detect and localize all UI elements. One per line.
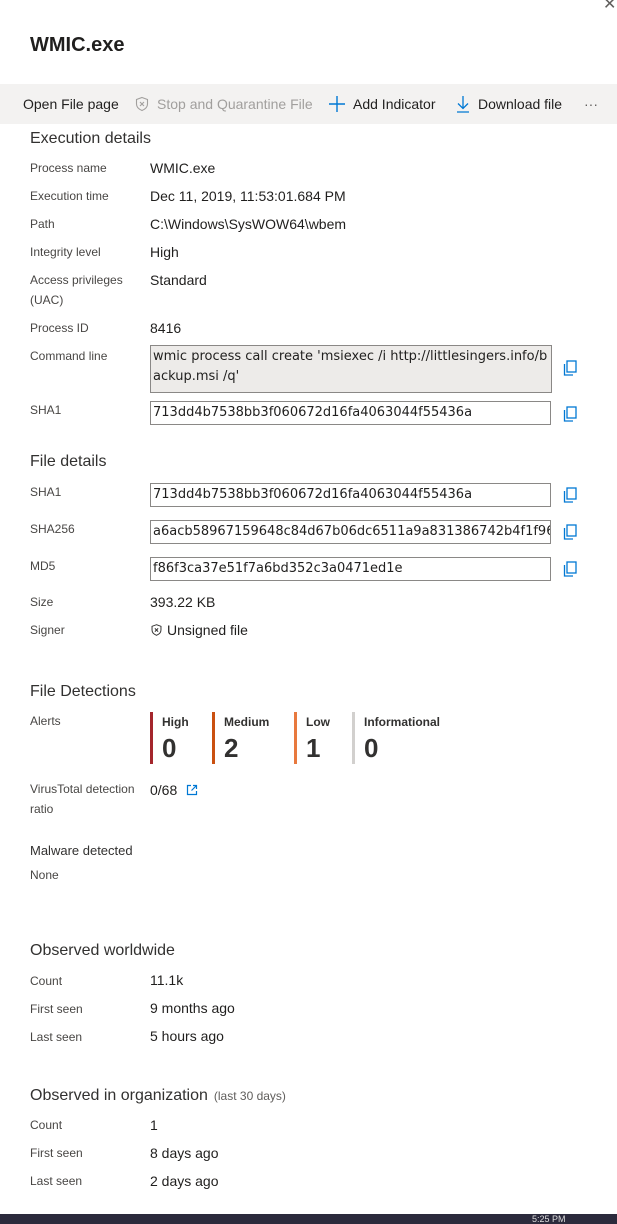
copy-command-line-icon[interactable] bbox=[563, 360, 577, 376]
alert-medium-label: Medium bbox=[224, 715, 270, 729]
execution-time-label: Execution time bbox=[30, 189, 109, 203]
alert-informational-count: 0 bbox=[364, 733, 379, 763]
file-sha1-label: SHA1 bbox=[30, 485, 62, 499]
worldwide-count-label: Count bbox=[30, 974, 63, 988]
worldwide-count-value: 11.1k bbox=[150, 972, 184, 988]
exec-sha1-field[interactable]: 713dd4b7538bb3f060672d16fa4063044f55436a bbox=[150, 401, 551, 425]
action-toolbar: Open File page Stop and Quarantine File … bbox=[0, 84, 617, 124]
stop-quarantine-label: Stop and Quarantine File bbox=[157, 96, 313, 112]
sha256-label: SHA256 bbox=[30, 522, 75, 536]
access-privileges-label: Access privileges (UAC) bbox=[30, 273, 123, 307]
add-indicator-label: Add Indicator bbox=[353, 96, 436, 112]
malware-detected-value: None bbox=[30, 868, 59, 882]
process-id-value: 8416 bbox=[150, 320, 182, 336]
copy-file-sha1-icon[interactable] bbox=[563, 487, 577, 503]
virustotal-label: VirusTotal detection ratio bbox=[30, 782, 135, 816]
file-sha1-field[interactable]: 713dd4b7538bb3f060672d16fa4063044f55436a bbox=[150, 483, 551, 507]
command-line-label: Command line bbox=[30, 349, 108, 363]
copy-sha256-icon[interactable] bbox=[563, 524, 577, 540]
alert-informational[interactable]: Informational 0 bbox=[352, 712, 440, 764]
exec-sha1-label: SHA1 bbox=[30, 403, 62, 417]
more-actions-button[interactable]: ··· bbox=[584, 84, 598, 124]
virustotal-value: 0/68 bbox=[150, 780, 198, 800]
file-detections-heading: File Detections bbox=[30, 683, 136, 700]
alert-high-count: 0 bbox=[162, 733, 177, 763]
alert-high-label: High bbox=[162, 715, 189, 729]
file-details-heading: File details bbox=[30, 453, 107, 470]
path-label: Path bbox=[30, 217, 55, 231]
size-value: 393.22 KB bbox=[150, 594, 216, 610]
alert-informational-label: Informational bbox=[364, 715, 441, 729]
download-file-label: Download file bbox=[478, 96, 563, 112]
alerts-label: Alerts bbox=[30, 714, 61, 728]
external-link-icon[interactable] bbox=[186, 784, 198, 796]
access-privileges-value: Standard bbox=[150, 272, 207, 288]
alert-low-count: 1 bbox=[306, 733, 321, 763]
org-first-seen-value: 8 days ago bbox=[150, 1145, 219, 1161]
download-icon bbox=[455, 95, 471, 113]
process-name-value: WMIC.exe bbox=[150, 160, 216, 176]
taskbar-clock: 5:25 PM bbox=[532, 1214, 566, 1224]
copy-md5-icon[interactable] bbox=[563, 561, 577, 577]
alert-high[interactable]: High 0 bbox=[150, 712, 189, 764]
org-first-seen-label: First seen bbox=[30, 1146, 83, 1160]
plus-icon bbox=[328, 95, 346, 113]
execution-time-value: Dec 11, 2019, 11:53:01.684 PM bbox=[150, 188, 346, 204]
alert-low-label: Low bbox=[306, 715, 330, 729]
command-line-field[interactable]: wmic process call create 'msiexec /i htt… bbox=[150, 345, 552, 393]
alert-medium-count: 2 bbox=[224, 733, 239, 763]
md5-field[interactable]: f86f3ca37e51f7a6bd352c3a0471ed1e bbox=[150, 557, 551, 581]
signer-text: Unsigned file bbox=[167, 622, 248, 638]
alert-medium[interactable]: Medium 2 bbox=[212, 712, 269, 764]
add-indicator-button[interactable]: Add Indicator bbox=[328, 84, 436, 124]
size-label: Size bbox=[30, 595, 54, 609]
copy-exec-sha1-icon[interactable] bbox=[563, 406, 577, 422]
process-id-label: Process ID bbox=[30, 321, 89, 335]
alert-low[interactable]: Low 1 bbox=[294, 712, 330, 764]
sha256-field[interactable]: a6acb58967159648c84d67b06dc6511a9a831386… bbox=[150, 520, 551, 544]
worldwide-first-seen-value: 9 months ago bbox=[150, 1000, 235, 1016]
observed-organization-heading: Observed in organization (last 30 days) bbox=[30, 1087, 286, 1105]
taskbar bbox=[0, 1214, 617, 1224]
signer-label: Signer bbox=[30, 623, 65, 637]
open-file-page-label: Open File page bbox=[23, 96, 119, 112]
execution-details-heading: Execution details bbox=[30, 130, 151, 147]
signer-value: Unsigned file bbox=[150, 620, 248, 640]
worldwide-first-seen-label: First seen bbox=[30, 1002, 83, 1016]
download-file-button[interactable]: Download file bbox=[455, 84, 562, 124]
close-icon[interactable]: ✕ bbox=[603, 0, 616, 14]
observed-organization-period: (last 30 days) bbox=[213, 1089, 286, 1103]
malware-detected-label: Malware detected bbox=[30, 843, 133, 858]
worldwide-last-seen-value: 5 hours ago bbox=[150, 1028, 224, 1044]
org-last-seen-value: 2 days ago bbox=[150, 1173, 219, 1189]
open-file-page-button[interactable]: Open File page bbox=[23, 84, 119, 124]
virustotal-ratio: 0/68 bbox=[150, 782, 178, 798]
more-icon: ··· bbox=[584, 96, 598, 112]
org-count-value: 1 bbox=[150, 1117, 158, 1133]
worldwide-last-seen-label: Last seen bbox=[30, 1030, 83, 1044]
integrity-level-label: Integrity level bbox=[30, 245, 101, 259]
path-value: C:\Windows\SysWOW64\wbem bbox=[150, 216, 347, 232]
shield-x-icon bbox=[150, 623, 163, 637]
observed-worldwide-heading: Observed worldwide bbox=[30, 942, 175, 959]
org-last-seen-label: Last seen bbox=[30, 1174, 83, 1188]
observed-organization-title: Observed in organization bbox=[30, 1087, 208, 1104]
panel-title: WMIC.exe bbox=[30, 34, 125, 56]
md5-label: MD5 bbox=[30, 559, 56, 573]
shield-x-icon bbox=[134, 96, 150, 112]
integrity-level-value: High bbox=[150, 244, 179, 260]
org-count-label: Count bbox=[30, 1118, 63, 1132]
stop-quarantine-button[interactable]: Stop and Quarantine File bbox=[134, 84, 313, 124]
process-name-label: Process name bbox=[30, 161, 107, 175]
